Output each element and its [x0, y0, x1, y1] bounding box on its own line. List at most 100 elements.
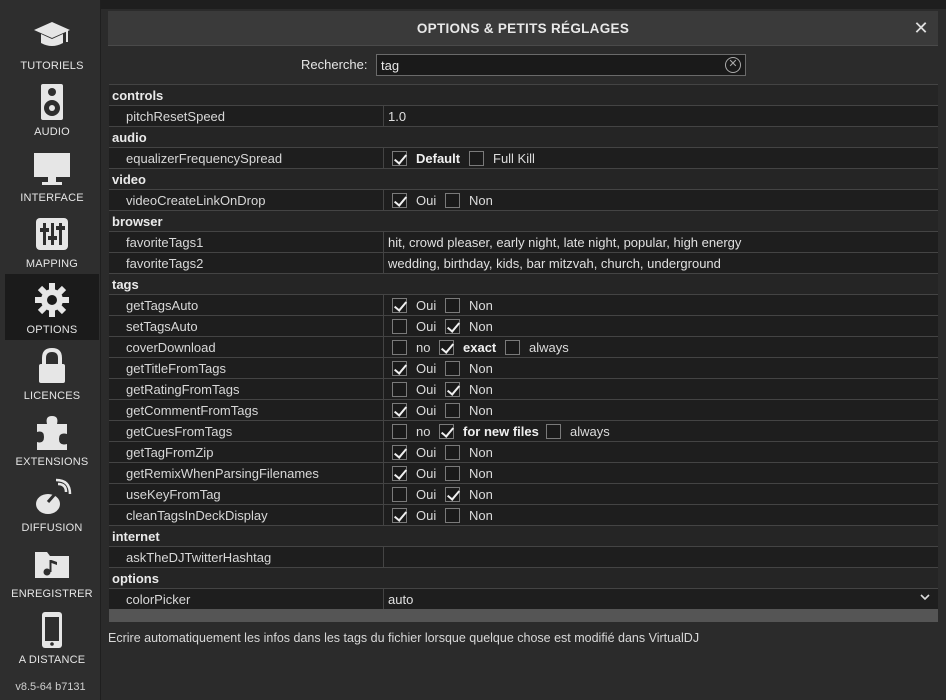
- section-header: video: [109, 169, 938, 190]
- option-value[interactable]: wedding, birthday, kids, bar mitzvah, ch…: [388, 256, 721, 271]
- table-row[interactable]: getTagsAuto Oui Non: [109, 295, 938, 316]
- option-value[interactable]: hit, crowd pleaser, early night, late ni…: [388, 235, 741, 250]
- table-row[interactable]: coverDownload no exact always: [109, 337, 938, 358]
- sidebar-item-extensions[interactable]: EXTENSIONS: [5, 406, 99, 472]
- option-value-cell: Oui Non: [385, 400, 938, 420]
- checkbox-checked[interactable]: [445, 382, 460, 397]
- option-key: favoriteTags2: [126, 256, 204, 271]
- table-row[interactable]: useKeyFromTag Oui Non: [109, 484, 938, 505]
- choice-label: always: [529, 340, 569, 355]
- sidebar-item-a-distance[interactable]: A DISTANCE: [5, 604, 99, 670]
- clear-search-icon[interactable]: ✕: [725, 57, 741, 73]
- table-row[interactable]: getRemixWhenParsingFilenames Oui Non: [109, 463, 938, 484]
- dialog-title: OPTIONS & PETITS RÉGLAGES: [416, 21, 630, 36]
- option-value-cell[interactable]: wedding, birthday, kids, bar mitzvah, ch…: [385, 253, 938, 273]
- table-row[interactable]: setTagsAuto Oui Non: [109, 316, 938, 337]
- sidebar-item-mapping[interactable]: MAPPING: [5, 208, 99, 274]
- checkbox[interactable]: [392, 340, 407, 355]
- chevron-down-icon[interactable]: [920, 591, 930, 605]
- sidebar-item-audio[interactable]: AUDIO: [5, 76, 99, 142]
- option-value-cell: Oui Non: [385, 379, 938, 399]
- option-key: askTheDJTwitterHashtag: [126, 550, 272, 565]
- checkbox[interactable]: [392, 382, 407, 397]
- section-label: audio: [112, 130, 147, 145]
- sidebar-item-options[interactable]: OPTIONS: [5, 274, 99, 340]
- table-row[interactable]: colorPicker auto: [109, 589, 938, 610]
- section-label: tags: [112, 277, 139, 292]
- checkbox[interactable]: [392, 319, 407, 334]
- choice-label: Oui: [416, 382, 437, 397]
- option-key: getCommentFromTags: [126, 403, 259, 418]
- checkbox-checked[interactable]: [392, 151, 407, 166]
- table-row[interactable]: getTagFromZip Oui Non: [109, 442, 938, 463]
- option-value-cell[interactable]: [385, 547, 938, 567]
- table-row[interactable]: askTheDJTwitterHashtag: [109, 547, 938, 568]
- sidebar-item-enregistrer[interactable]: ENREGISTRER: [5, 538, 99, 604]
- close-button[interactable]: ✕: [912, 19, 930, 37]
- sidebar-item-licences[interactable]: LICENCES: [5, 340, 99, 406]
- checkbox[interactable]: [392, 424, 407, 439]
- checkbox-checked[interactable]: [392, 298, 407, 313]
- checkbox-checked[interactable]: [445, 487, 460, 502]
- choice-label: Oui: [416, 361, 437, 376]
- horizontal-scrollbar[interactable]: [109, 609, 938, 622]
- table-row[interactable]: getRatingFromTags Oui Non: [109, 379, 938, 400]
- checkbox[interactable]: [445, 445, 460, 460]
- sidebar-item-label: LICENCES: [23, 390, 81, 402]
- choice-label: Non: [469, 445, 493, 460]
- option-value-cell[interactable]: hit, crowd pleaser, early night, late ni…: [385, 232, 938, 252]
- sidebar-item-diffusion[interactable]: DIFFUSION: [5, 472, 99, 538]
- option-value-cell[interactable]: 1.0: [385, 106, 938, 126]
- table-row[interactable]: favoriteTags2 wedding, birthday, kids, b…: [109, 253, 938, 274]
- sidebar-item-label: MAPPING: [25, 258, 79, 270]
- choice-label: Default: [416, 151, 461, 166]
- gear-icon: [32, 280, 72, 320]
- table-row[interactable]: equalizerFrequencySpread Default Full Ki…: [109, 148, 938, 169]
- checkbox-checked[interactable]: [445, 319, 460, 334]
- options-table: controls pitchResetSpeed 1.0 audio equal…: [109, 84, 938, 610]
- checkbox[interactable]: [445, 361, 460, 376]
- sidebar-item-tutoriels[interactable]: TUTORIELS: [5, 10, 99, 76]
- checkbox[interactable]: [445, 508, 460, 523]
- checkbox-checked[interactable]: [392, 508, 407, 523]
- sidebar-item-interface[interactable]: INTERFACE: [5, 142, 99, 208]
- checkbox[interactable]: [445, 466, 460, 481]
- table-row[interactable]: pitchResetSpeed 1.0: [109, 106, 938, 127]
- choice-label: Non: [469, 361, 493, 376]
- checkbox[interactable]: [505, 340, 520, 355]
- option-value[interactable]: 1.0: [388, 109, 406, 124]
- checkbox[interactable]: [445, 193, 460, 208]
- checkbox-checked[interactable]: [392, 403, 407, 418]
- search-input[interactable]: [379, 56, 719, 74]
- sidebar-item-label: TUTORIELS: [20, 60, 84, 72]
- checkbox[interactable]: [469, 151, 484, 166]
- broadcast-icon: [32, 478, 72, 518]
- checkbox-checked[interactable]: [439, 424, 454, 439]
- checkbox-checked[interactable]: [439, 340, 454, 355]
- choice-label: Oui: [416, 445, 437, 460]
- search-label: Recherche:: [301, 57, 368, 72]
- table-row[interactable]: getCommentFromTags Oui Non: [109, 400, 938, 421]
- choice-label: Oui: [416, 508, 437, 523]
- checkbox-checked[interactable]: [392, 193, 407, 208]
- table-row[interactable]: videoCreateLinkOnDrop Oui Non: [109, 190, 938, 211]
- choice-label: no: [416, 424, 431, 439]
- choice-label: Non: [469, 193, 493, 208]
- checkbox[interactable]: [445, 298, 460, 313]
- table-row[interactable]: favoriteTags1 hit, crowd pleaser, early …: [109, 232, 938, 253]
- checkbox-checked[interactable]: [392, 466, 407, 481]
- table-row[interactable]: getCuesFromTags no for new files always: [109, 421, 938, 442]
- color-picker-dropdown[interactable]: auto: [385, 589, 938, 609]
- checkbox[interactable]: [392, 487, 407, 502]
- section-header: audio: [109, 127, 938, 148]
- table-row[interactable]: cleanTagsInDeckDisplay Oui Non: [109, 505, 938, 526]
- sidebar-item-label: EXTENSIONS: [15, 456, 89, 468]
- checkbox-checked[interactable]: [392, 361, 407, 376]
- sidebar-item-label: ENREGISTRER: [11, 588, 93, 600]
- checkbox[interactable]: [546, 424, 561, 439]
- option-key: videoCreateLinkOnDrop: [126, 193, 266, 208]
- checkbox[interactable]: [445, 403, 460, 418]
- table-row[interactable]: getTitleFromTags Oui Non: [109, 358, 938, 379]
- checkbox-checked[interactable]: [392, 445, 407, 460]
- choice-label: Oui: [416, 466, 437, 481]
